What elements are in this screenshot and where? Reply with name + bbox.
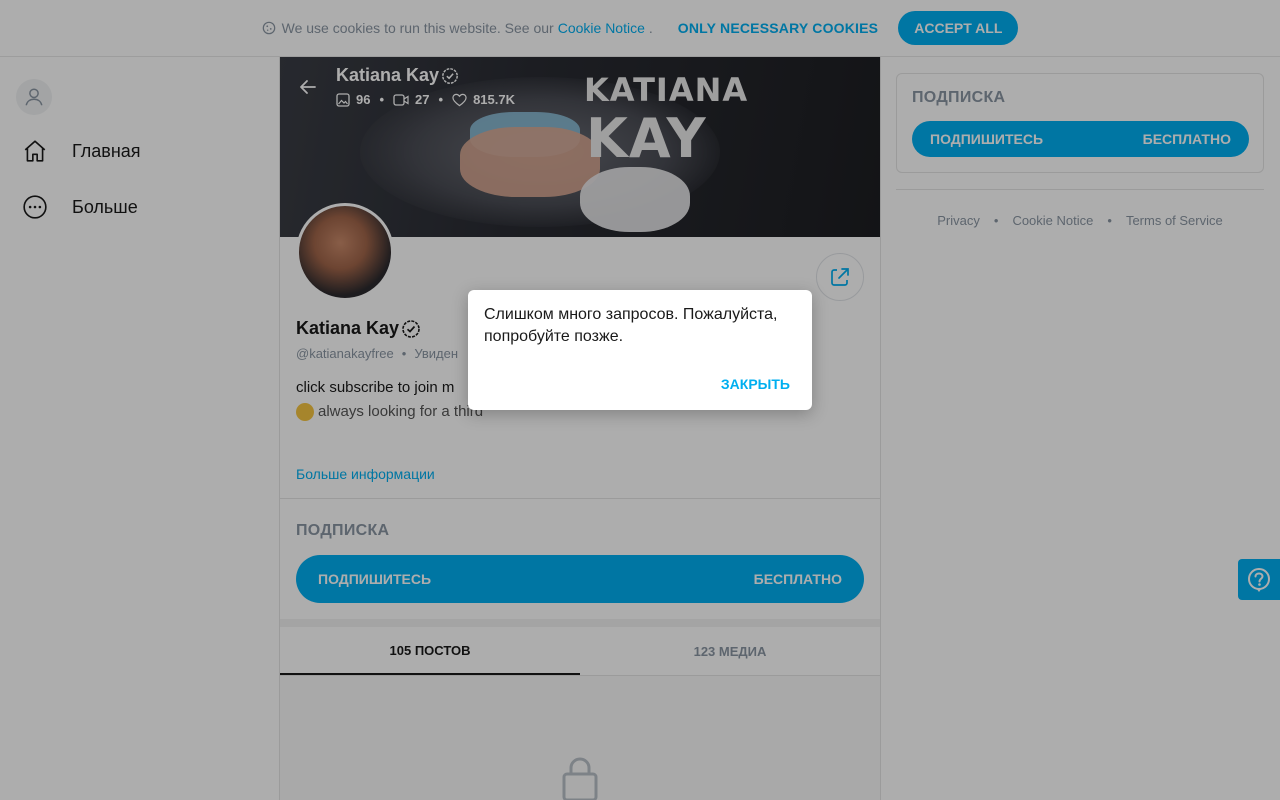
error-message: Слишком много запросов. Пожалуйста, попр… — [484, 306, 778, 345]
close-dialog-button[interactable]: ЗАКРЫТЬ — [721, 376, 790, 392]
error-dialog: Слишком много запросов. Пожалуйста, попр… — [468, 290, 812, 410]
